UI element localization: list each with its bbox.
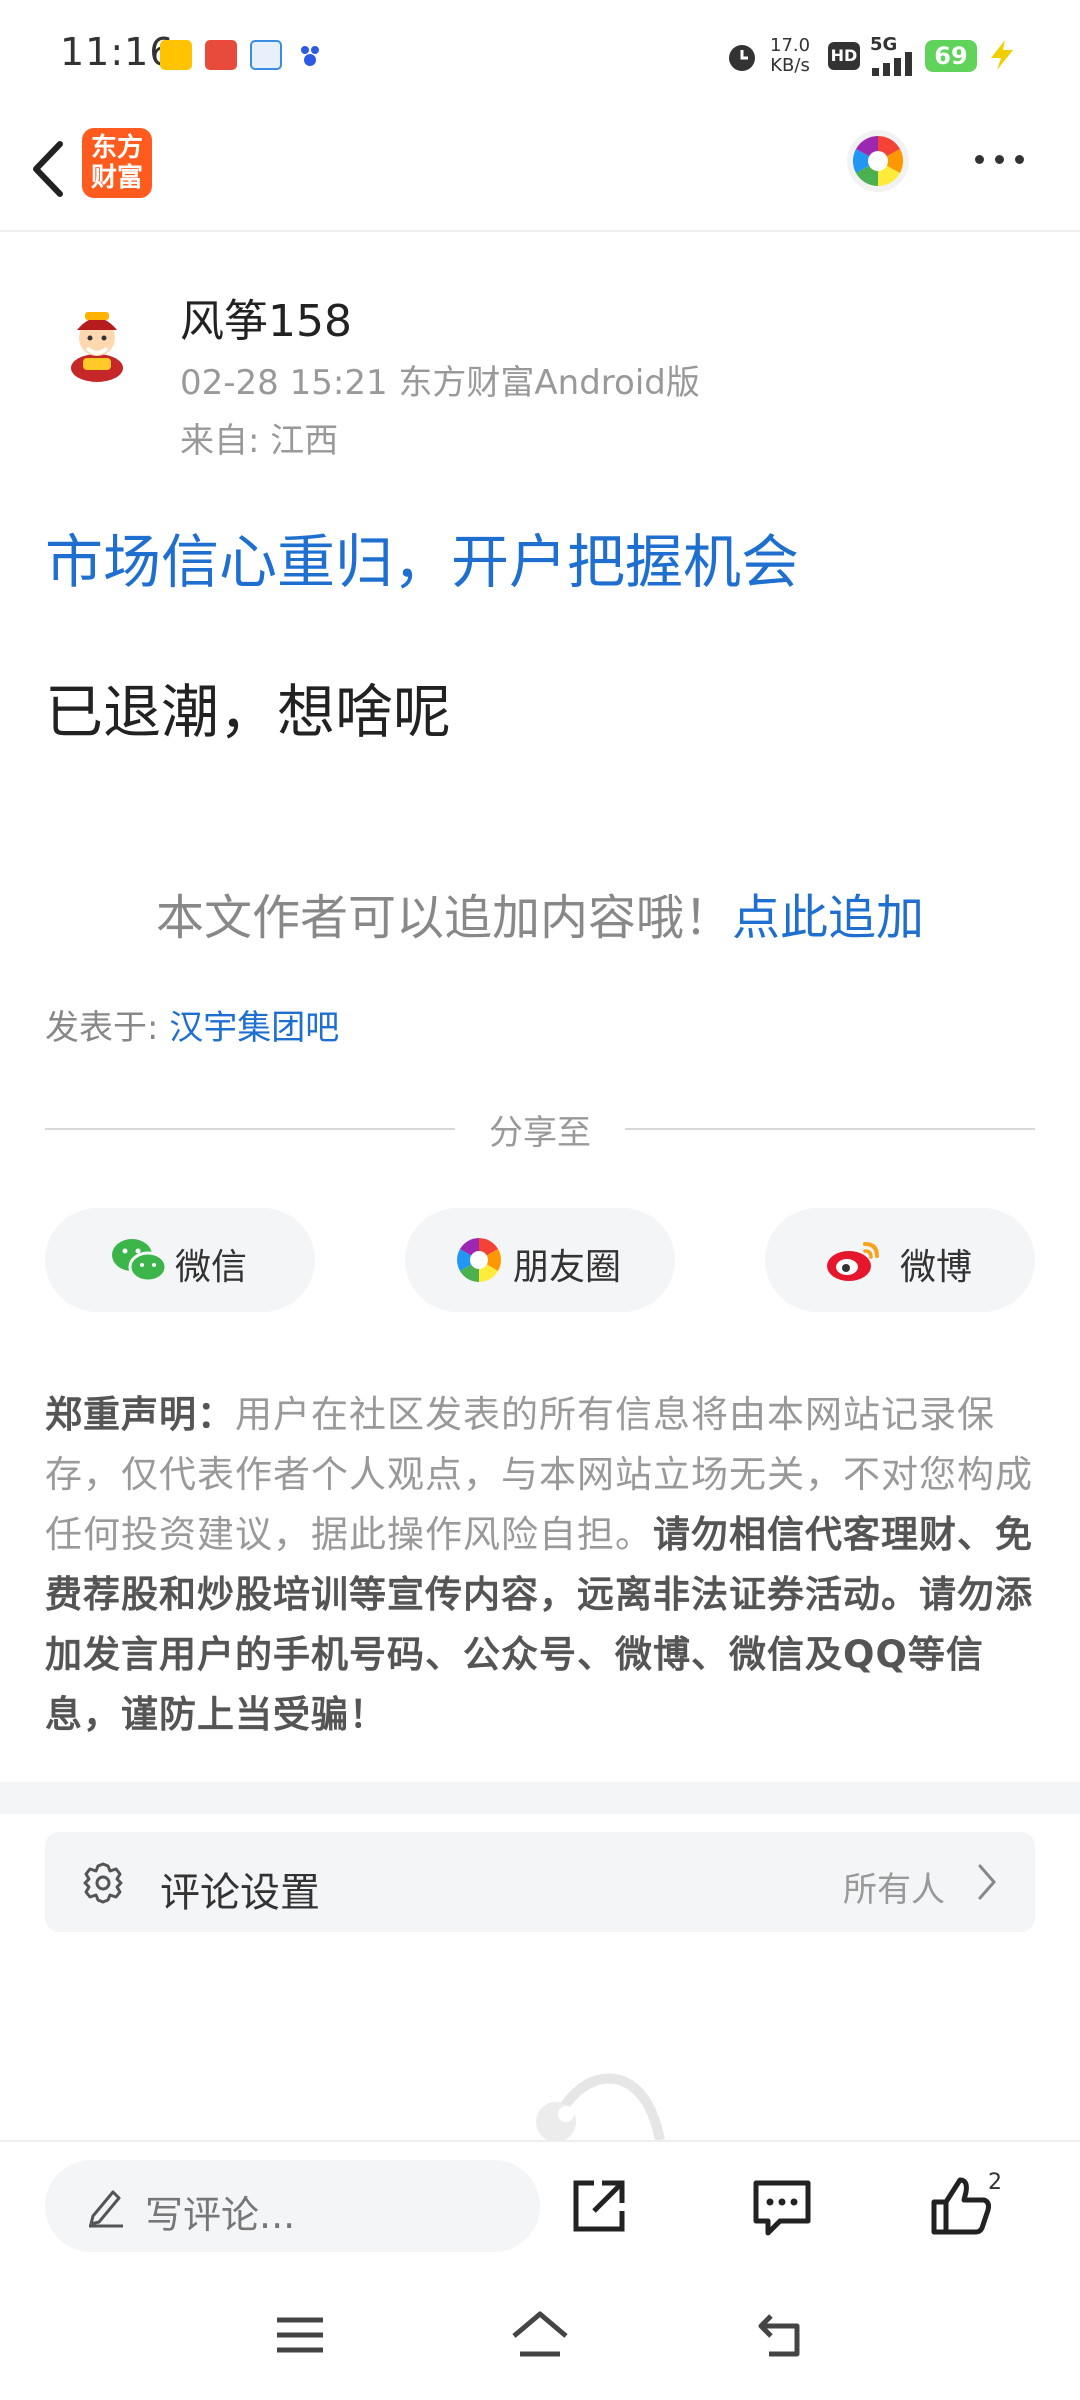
bottom-action-bar: 写评论... 2 [0, 2140, 1080, 2272]
comment-settings-row[interactable]: 评论设置 所有人 [45, 1832, 1035, 1932]
gear-icon [80, 1860, 126, 1906]
append-content-row: 本文作者可以追加内容哦！点此追加 [0, 878, 1080, 948]
post-body: 已退潮，想啥呢 [45, 678, 452, 746]
home-icon[interactable] [510, 2310, 570, 2360]
append-link[interactable]: 点此追加 [732, 890, 924, 946]
share-divider-right [625, 1128, 1035, 1130]
post-meta: 02-28 15:21 东方财富Android版 [180, 363, 700, 403]
comment-icon[interactable] [750, 2177, 814, 2237]
post-title: 市场信心重归，开户把握机会 [45, 528, 800, 596]
back-button[interactable] [22, 134, 82, 204]
speed-value: 17.0 [770, 35, 811, 56]
like-icon[interactable] [930, 2174, 994, 2238]
author-name[interactable]: 风筝158 [180, 285, 352, 349]
disclaimer-heading: 郑重声明： [45, 1393, 235, 1436]
more-options-button[interactable] [970, 150, 1030, 170]
empty-comments-illustration [520, 2060, 680, 2140]
hd-badge: HD [828, 42, 860, 70]
baidu-icon [295, 40, 327, 70]
status-bar: 11:16 17.0 KB/s HD 5G 69 [0, 0, 1080, 110]
battery-indicator: 69 [925, 40, 977, 72]
chevron-right-icon [974, 1860, 1000, 1904]
system-nav-bar [0, 2270, 1080, 2400]
share-moments-button[interactable]: 朋友圈 [405, 1208, 675, 1312]
write-comment-placeholder: 写评论... [145, 2193, 296, 2237]
back-nav-icon[interactable] [755, 2310, 805, 2360]
wechat-icon [110, 1235, 168, 1285]
comment-settings-label: 评论设置 [160, 1870, 320, 1916]
append-text: 本文作者可以追加内容哦！ [155, 890, 732, 946]
share-divider-left [45, 1128, 455, 1130]
logo-line-2: 财富 [90, 163, 143, 193]
chinamobile-icon [250, 40, 282, 70]
alarm-icon [725, 40, 759, 74]
like-count: 2 [988, 2170, 1002, 2195]
moments-icon [455, 1236, 503, 1284]
posted-in-label: 发表于: [45, 1008, 170, 1048]
signal-icon [872, 52, 918, 76]
share-moments-label: 朋友圈 [513, 1247, 622, 1288]
share-weibo-button[interactable]: 微博 [765, 1208, 1035, 1312]
share-wechat-label: 微信 [175, 1247, 248, 1288]
author-avatar[interactable] [55, 300, 140, 385]
write-comment-input[interactable]: 写评论... [45, 2160, 540, 2252]
meituan-icon [160, 40, 192, 70]
dot [975, 155, 984, 164]
toutiao-icon [205, 40, 237, 70]
dot [1015, 155, 1024, 164]
speed-unit: KB/s [770, 55, 810, 76]
menu-icon[interactable] [275, 2315, 325, 2355]
section-divider [0, 1782, 1080, 1814]
charging-icon [985, 38, 1019, 72]
share-wechat-button[interactable]: 微信 [45, 1208, 315, 1312]
camera-aperture-icon[interactable] [845, 128, 911, 194]
dot [995, 155, 1004, 164]
post-location: 来自: 江西 [180, 421, 339, 461]
top-nav-bar: 东方 财富 [0, 110, 1080, 232]
weibo-icon [825, 1236, 885, 1284]
network-speed: 17.0 KB/s [770, 36, 810, 76]
pencil-icon [85, 2184, 127, 2228]
eastmoney-logo[interactable]: 东方 财富 [82, 128, 152, 198]
forum-link[interactable]: 汉宇集团吧 [169, 1008, 339, 1048]
disclaimer: 郑重声明：用户在社区发表的所有信息将由本网站记录保存，仅代表作者个人观点，与本网… [45, 1385, 1035, 1745]
status-time: 11:16 [60, 30, 175, 74]
share-external-icon[interactable] [568, 2177, 628, 2237]
posted-in: 发表于: 汉宇集团吧 [45, 1000, 339, 1049]
comment-settings-value: 所有人 [843, 1870, 945, 1910]
logo-line-1: 东方 [90, 133, 143, 163]
share-weibo-label: 微博 [900, 1247, 973, 1288]
share-label: 分享至 [489, 1113, 591, 1153]
